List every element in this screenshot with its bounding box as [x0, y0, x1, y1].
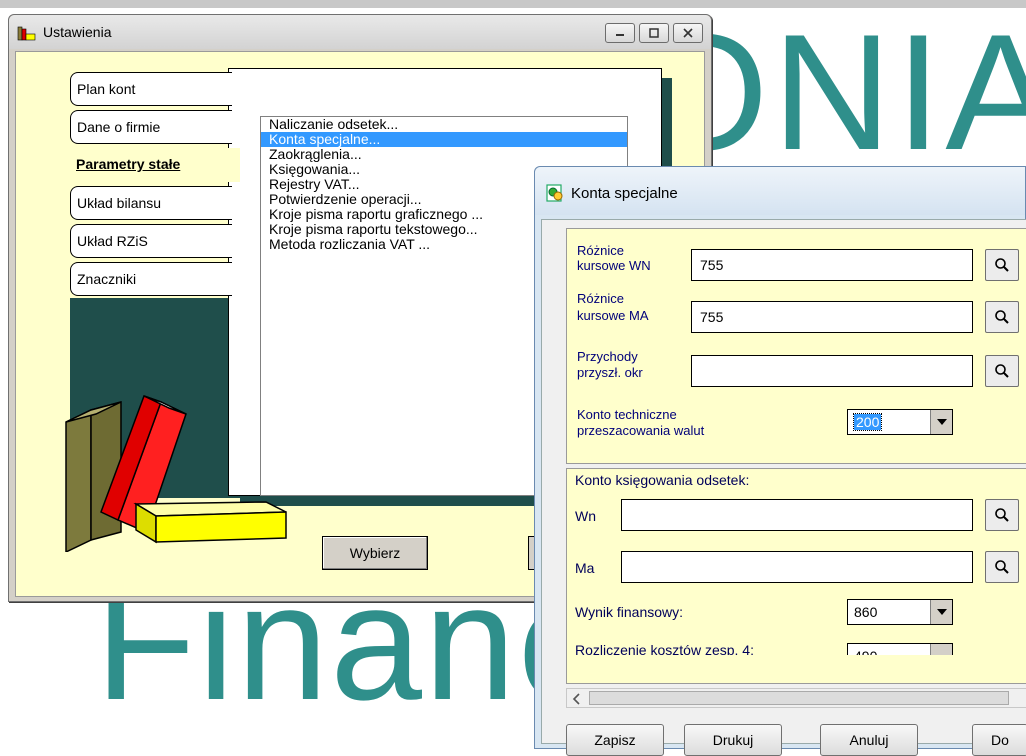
list-item[interactable]: Naliczanie odsetek...	[261, 117, 627, 132]
roznice-wn-search-button[interactable]	[985, 249, 1019, 281]
przychody-label-1: Przychody	[577, 349, 638, 364]
rozliczenie-dropdown[interactable]: 490	[847, 643, 953, 655]
tab-uklad-rzis[interactable]: Układ RZiS	[70, 224, 232, 258]
horizontal-scrollbar[interactable]	[566, 688, 1026, 708]
settings-title: Ustawienia	[43, 24, 112, 40]
books-illustration	[65, 395, 287, 552]
list-item-selected[interactable]: Konta specjalne...	[261, 132, 627, 147]
minimize-button[interactable]	[605, 23, 635, 43]
search-icon	[995, 310, 1009, 324]
tab-parametry-stale[interactable]: Parametry stałe	[70, 148, 240, 182]
przychody-input[interactable]	[691, 355, 973, 387]
maximize-icon	[649, 28, 659, 38]
special-accounts-client: Różnice kursowe WN 755 Różnice kursowe M…	[541, 219, 1026, 756]
search-icon	[995, 364, 1009, 378]
special-accounts-titlebar[interactable]: Konta specjalne	[535, 167, 1025, 215]
close-icon	[683, 28, 693, 38]
cancel-button[interactable]: Anuluj	[820, 724, 918, 756]
wynik-value: 860	[854, 604, 878, 620]
tab-uklad-bilansu[interactable]: Układ bilansu	[70, 186, 232, 220]
special-accounts-window: Konta specjalne Różnice kursowe WN 755 R…	[534, 166, 1026, 756]
przychody-label-2: przyszł. okr	[577, 365, 643, 380]
scroll-left-icon[interactable]	[569, 691, 585, 707]
tab-znaczniki[interactable]: Znaczniki	[70, 262, 232, 296]
ma-label: Ma	[575, 560, 595, 576]
roznice-wn-label-2: kursowe WN	[577, 258, 651, 273]
tab-dane-o-firmie[interactable]: Dane o firmie	[70, 110, 232, 144]
rozliczenie-label: Rozliczenie kosztów zesp. 4:	[575, 643, 754, 655]
konto-tech-dropdown[interactable]: 200	[847, 409, 953, 435]
list-item[interactable]: Zaokrąglenia...	[261, 147, 627, 162]
clipped-row: Rozliczenie kosztów zesp. 4: 490	[567, 643, 1026, 655]
books-app-icon	[17, 26, 36, 41]
select-button[interactable]: Wybierz	[322, 536, 428, 570]
konto-tech-value: 200	[852, 413, 883, 431]
rozliczenie-value: 490	[854, 648, 877, 655]
chevron-down-icon[interactable]	[930, 600, 952, 624]
partial-button[interactable]: Do	[972, 724, 1026, 756]
wynik-label: Wynik finansowy:	[575, 604, 684, 620]
special-accounts-title: Konta specjalne	[571, 185, 678, 202]
tab-plan-kont[interactable]: Plan kont	[70, 72, 232, 106]
konto-tech-label-1: Konto techniczne	[577, 407, 677, 422]
print-button[interactable]: Drukuj	[684, 724, 782, 756]
search-icon	[995, 560, 1009, 574]
select-button-label: Wybierz	[349, 545, 401, 561]
roznice-ma-label-2: kursowe MA	[577, 308, 649, 323]
search-icon	[995, 258, 1009, 272]
close-button[interactable]	[673, 23, 703, 43]
roznice-ma-input[interactable]: 755	[691, 301, 973, 333]
ma-search-button[interactable]	[985, 551, 1019, 583]
save-button[interactable]: Zapisz	[566, 724, 664, 756]
wn-input[interactable]	[621, 499, 973, 531]
wynik-dropdown[interactable]: 860	[847, 599, 953, 625]
accounts-app-icon	[546, 184, 563, 202]
wn-search-button[interactable]	[985, 499, 1019, 531]
roznice-ma-label-1: Różnice	[577, 291, 624, 306]
scroll-thumb[interactable]	[589, 691, 1009, 705]
ma-input[interactable]	[621, 551, 973, 583]
chevron-down-icon[interactable]	[930, 644, 952, 655]
minimize-icon	[616, 34, 624, 36]
search-icon	[995, 508, 1009, 522]
interest-panel: Konto księgowania odsetek: Wn Ma Wynik f…	[566, 468, 1026, 684]
settings-titlebar[interactable]: Ustawienia	[9, 15, 711, 49]
interest-heading: Konto księgowania odsetek:	[575, 472, 750, 488]
maximize-button[interactable]	[639, 23, 669, 43]
roznice-ma-search-button[interactable]	[985, 301, 1019, 333]
accounts-panel: Różnice kursowe WN 755 Różnice kursowe M…	[566, 228, 1026, 464]
konto-tech-label-2: przeszacowania walut	[577, 423, 705, 438]
roznice-wn-input[interactable]: 755	[691, 249, 973, 281]
roznice-wn-label-1: Różnice	[577, 243, 624, 258]
chevron-down-icon[interactable]	[930, 410, 952, 434]
wn-label: Wn	[575, 508, 596, 524]
przychody-search-button[interactable]	[985, 355, 1019, 387]
